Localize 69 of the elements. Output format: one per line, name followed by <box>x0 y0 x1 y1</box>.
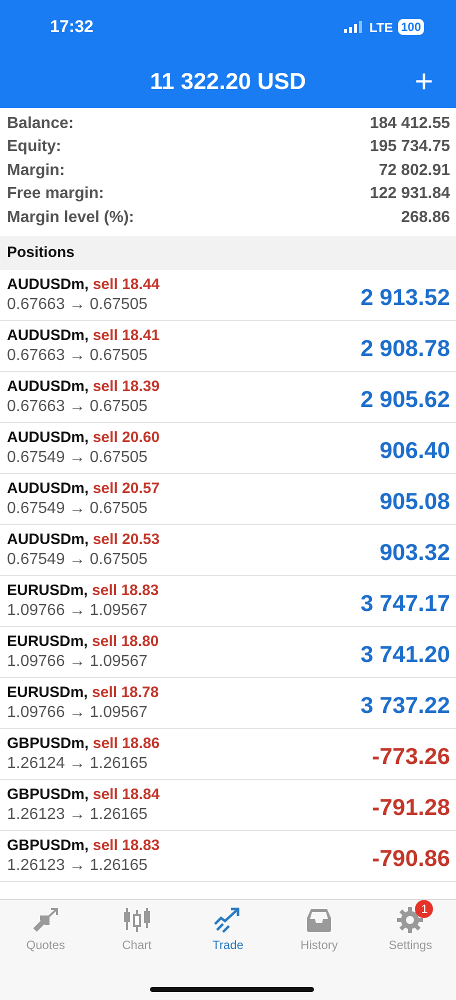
position-row[interactable]: GBPUSDm, sell 18.84 1.26123 → 1.26165 -791.28 <box>0 780 456 830</box>
summary-value: 268.86 <box>401 208 450 227</box>
position-row[interactable]: EURUSDm, sell 18.80 1.09766 → 1.09567 3 741.20 <box>0 626 456 678</box>
position-title: EURUSDm, sell 18.83 <box>7 582 160 598</box>
summary-label: Equity: <box>7 138 62 156</box>
position-profit: 3 741.20 <box>360 640 450 668</box>
summary-label: Margin level (%): <box>7 208 134 227</box>
position-profit: 905.08 <box>380 487 450 515</box>
position-profit: -790.86 <box>372 844 450 872</box>
position-profit: 3 737.22 <box>360 691 450 719</box>
position-profit: 3 747.17 <box>360 589 450 617</box>
arrows-icon <box>30 906 61 934</box>
price-change: 0.67549 → 0.67505 <box>7 448 149 466</box>
position-row[interactable]: AUDUSDm, sell 18.44 0.67663 → 0.67505 2 913.52 <box>0 270 456 320</box>
summary-label: Free margin: <box>7 185 104 204</box>
position-row[interactable]: EURUSDm, sell 18.83 1.09766 → 1.09567 3 747.17 <box>0 576 456 626</box>
tab-button[interactable]: Trade <box>182 904 274 954</box>
position-row[interactable]: GBPUSDm, sell 18.86 1.26124 → 1.26165 -773.26 <box>0 728 456 780</box>
position-title: AUDUSDm, sell 18.39 <box>7 378 161 394</box>
position-profit: -773.26 <box>372 742 450 770</box>
price-change: 0.67663 → 0.67505 <box>7 346 149 364</box>
position-profit: 906.40 <box>380 436 450 464</box>
add-button[interactable]: + <box>406 62 442 100</box>
summary-label: Balance: <box>7 114 74 133</box>
position-row[interactable]: AUDUSDm, sell 20.57 0.67549 → 0.67505 905.08 <box>0 474 456 524</box>
candlestick-icon <box>122 906 152 934</box>
summary-label: Margin: <box>7 162 65 180</box>
position-row[interactable]: AUDUSDm, sell 18.39 0.67663 → 0.67505 2 905.62 <box>0 372 456 422</box>
position-title: AUDUSDm, sell 20.57 <box>7 480 161 496</box>
account-total: 11 322.20 USD <box>150 68 306 94</box>
position-profit: 903.32 <box>380 538 450 566</box>
network-label: LTE <box>369 20 393 34</box>
position-profit: -791.28 <box>372 793 450 821</box>
position-title: AUDUSDm, sell 20.60 <box>7 428 161 446</box>
price-change: 0.67663 → 0.67505 <box>7 296 149 314</box>
position-title: GBPUSDm, sell 18.86 <box>7 734 161 752</box>
price-change: 0.67549 → 0.67505 <box>7 500 149 518</box>
signal-icon <box>344 21 364 33</box>
status-time: 17:32 <box>50 17 94 37</box>
position-title: GBPUSDm, sell 18.84 <box>7 786 161 802</box>
price-change: 0.67663 → 0.67505 <box>7 398 149 416</box>
position-title: GBPUSDm, sell 18.83 <box>7 836 161 854</box>
position-title: AUDUSDm, sell 18.44 <box>7 276 161 292</box>
price-change: 1.26123 → 1.26165 <box>7 806 149 824</box>
position-profit: 2 908.78 <box>360 334 450 362</box>
price-change: 1.26123 → 1.26165 <box>7 856 149 874</box>
summary-value: 72 802.91 <box>378 162 450 180</box>
position-title: AUDUSDm, sell 18.41 <box>7 326 161 344</box>
position-row[interactable]: AUDUSDm, sell 18.41 0.67663 → 0.67505 2 908.78 <box>0 320 456 372</box>
position-profit: 2 913.52 <box>360 283 450 311</box>
position-title: EURUSDm, sell 18.78 <box>7 684 160 700</box>
summary-value: 122 931.84 <box>370 185 450 204</box>
position-row[interactable]: GBPUSDm, sell 18.83 1.26123 → 1.26165 -790.86 <box>0 830 456 882</box>
summary-value: 184 412.55 <box>370 114 450 133</box>
price-change: 1.09766 → 1.09567 <box>7 602 149 620</box>
notification-badge: 1 <box>415 900 434 918</box>
position-row[interactable]: EURUSDm, sell 18.78 1.09766 → 1.09567 3 737.22 <box>0 678 456 728</box>
summary-value: 195 734.75 <box>370 138 450 156</box>
position-row[interactable]: AUDUSDm, sell 20.53 0.67549 → 0.67505 903.32 <box>0 524 456 576</box>
position-profit: 2 905.62 <box>360 385 450 413</box>
price-change: 1.09766 → 1.09567 <box>7 704 149 722</box>
position-row[interactable]: AUDUSDm, sell 20.60 0.67549 → 0.67505 906.40 <box>0 422 456 474</box>
price-change: 1.09766 → 1.09567 <box>7 652 149 670</box>
position-title: EURUSDm, sell 18.80 <box>7 632 160 650</box>
position-title: AUDUSDm, sell 20.53 <box>7 530 161 548</box>
price-change: 0.67549 → 0.67505 <box>7 550 149 568</box>
section-heading: Positions <box>7 244 75 261</box>
battery-level: 100 <box>398 19 424 35</box>
price-change: 1.26124 → 1.26165 <box>7 754 149 772</box>
